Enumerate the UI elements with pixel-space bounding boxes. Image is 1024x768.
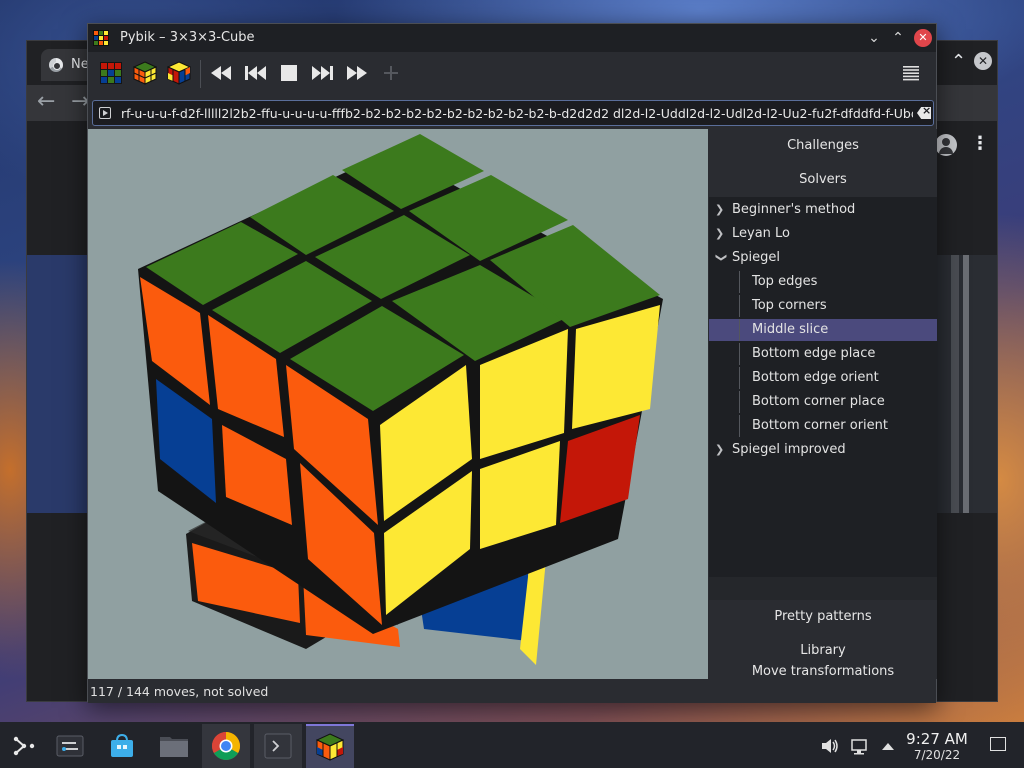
browser-menu-button[interactable]: ⋮ bbox=[971, 133, 989, 154]
new-solved-cube-button[interactable] bbox=[96, 58, 126, 88]
tree-item-top-corners[interactable]: Top corners bbox=[709, 295, 937, 317]
minimize-button[interactable]: ⌄ bbox=[864, 28, 884, 48]
browser-page-scrollbar[interactable] bbox=[935, 255, 997, 513]
terminal-icon bbox=[264, 733, 292, 759]
browser-close-button[interactable]: ✕ bbox=[974, 52, 992, 70]
skip-back-icon bbox=[245, 66, 266, 80]
tree-item-leyan-lo[interactable]: ❯ Leyan Lo bbox=[709, 223, 937, 245]
clock-time[interactable]: 9:27 AM bbox=[904, 730, 970, 748]
system-settings-icon bbox=[56, 735, 84, 757]
application-launcher-button[interactable] bbox=[0, 724, 48, 768]
browser-profile-icon[interactable] bbox=[935, 134, 957, 156]
tree-item-top-edges[interactable]: Top edges bbox=[709, 271, 937, 293]
main-toolbar bbox=[88, 52, 936, 96]
tree-item-bottom-corner-orient[interactable]: Bottom corner orient bbox=[709, 415, 937, 437]
tree-item-spiegel-improved[interactable]: ❯ Spiegel improved bbox=[709, 439, 937, 461]
solvers-button[interactable]: Solvers bbox=[709, 163, 937, 197]
previous-button[interactable] bbox=[240, 58, 270, 88]
tree-item-bottom-corner-place[interactable]: Bottom corner place bbox=[709, 391, 937, 413]
side-panel: Challenges Solvers ❯ Beginner's method ❯… bbox=[709, 129, 937, 679]
chrome-icon bbox=[212, 732, 240, 760]
next-button[interactable] bbox=[308, 58, 338, 88]
chevron-right-icon: ❯ bbox=[715, 227, 725, 240]
move-sequence-field[interactable] bbox=[92, 100, 934, 126]
volume-icon[interactable] bbox=[820, 736, 840, 756]
edit-apply-icon[interactable] bbox=[99, 107, 111, 119]
chrome-tab-icon bbox=[49, 58, 63, 72]
main-menu-button[interactable] bbox=[902, 64, 922, 84]
tree-guide-line bbox=[739, 319, 740, 341]
cube-random-icon bbox=[133, 61, 157, 85]
tree-item-bottom-edge-place[interactable]: Bottom edge place bbox=[709, 343, 937, 365]
application-launcher-icon bbox=[13, 736, 35, 756]
discover-store-button[interactable] bbox=[98, 724, 146, 768]
pybik-window: Pybik – 3×3×3-Cube ⌄ ⌃ ✕ rf-u-u-u-f-d2f-… bbox=[87, 23, 937, 703]
taskbar: 9:27 AM 7/20/22 bbox=[0, 722, 1024, 768]
window-titlebar[interactable]: Pybik – 3×3×3-Cube ⌄ ⌃ ✕ bbox=[88, 24, 936, 52]
rubiks-cube-render[interactable] bbox=[88, 129, 708, 679]
browser-minimize-button[interactable]: ⌃ bbox=[951, 51, 966, 72]
hamburger-menu-icon bbox=[903, 66, 919, 81]
cube-solved-icon bbox=[100, 62, 122, 84]
move-transformations-button[interactable]: Move transformations bbox=[709, 664, 937, 679]
toolbar-separator bbox=[200, 60, 201, 88]
close-button[interactable]: ✕ bbox=[914, 29, 932, 47]
solvers-tree: ❯ Beginner's method ❯ Leyan Lo ❯ Spiegel… bbox=[709, 197, 937, 577]
challenges-button[interactable]: Challenges bbox=[709, 129, 937, 163]
file-manager-icon bbox=[160, 737, 188, 757]
add-mark-button[interactable] bbox=[376, 58, 406, 88]
clock-date[interactable]: 7/20/22 bbox=[904, 748, 970, 762]
pybik-icon bbox=[315, 733, 345, 761]
window-title: Pybik – 3×3×3-Cube bbox=[120, 30, 255, 45]
file-manager-button[interactable] bbox=[150, 724, 198, 768]
status-text: 117 / 144 moves, not solved bbox=[90, 684, 269, 699]
pretty-patterns-button[interactable]: Pretty patterns bbox=[709, 600, 937, 634]
tree-guide-line bbox=[739, 391, 740, 413]
system-tray-expand-icon[interactable] bbox=[878, 736, 898, 756]
move-sequence-input[interactable] bbox=[121, 103, 913, 123]
tree-guide-line bbox=[739, 295, 740, 317]
stop-button[interactable] bbox=[274, 58, 304, 88]
skip-forward-icon bbox=[312, 66, 333, 80]
tree-guide-line bbox=[739, 343, 740, 365]
browser-back-button[interactable]: ← bbox=[37, 89, 55, 114]
chevron-down-icon: ❯ bbox=[715, 253, 728, 263]
pybik-app-icon bbox=[93, 30, 109, 46]
tree-guide-line bbox=[739, 367, 740, 389]
cube-3d-view[interactable] bbox=[88, 129, 708, 679]
play-button[interactable] bbox=[342, 58, 372, 88]
system-settings-button[interactable] bbox=[46, 724, 94, 768]
status-bar: 117 / 144 moves, not solved bbox=[88, 681, 936, 703]
chevron-right-icon: ❯ bbox=[715, 203, 725, 216]
chevron-right-icon: ❯ bbox=[715, 443, 725, 456]
cube-mixed-icon bbox=[167, 61, 191, 85]
terminal-taskbar-button[interactable] bbox=[254, 724, 302, 768]
tree-item-middle-slice[interactable]: Middle slice bbox=[709, 319, 937, 341]
plus-icon bbox=[384, 66, 398, 80]
tree-item-spiegel[interactable]: ❯ Spiegel bbox=[709, 247, 937, 269]
tree-guide-line bbox=[739, 271, 740, 293]
pybik-taskbar-button[interactable] bbox=[306, 724, 354, 768]
rewind-button[interactable] bbox=[206, 58, 236, 88]
rewind-icon bbox=[211, 66, 231, 80]
stop-icon bbox=[281, 65, 297, 81]
clear-input-icon[interactable] bbox=[917, 107, 931, 119]
chrome-taskbar-button[interactable] bbox=[202, 724, 250, 768]
browser-page-content-left bbox=[27, 255, 87, 513]
fast-forward-icon bbox=[347, 66, 367, 80]
network-icon[interactable] bbox=[850, 736, 870, 756]
tree-item-bottom-edge-orient[interactable]: Bottom edge orient bbox=[709, 367, 937, 389]
maximize-button[interactable]: ⌃ bbox=[888, 28, 908, 48]
discover-store-icon bbox=[111, 733, 133, 757]
tree-guide-line bbox=[739, 415, 740, 437]
show-desktop-button[interactable] bbox=[990, 737, 1006, 751]
reset-cube-button[interactable] bbox=[164, 58, 194, 88]
random-cube-button[interactable] bbox=[130, 58, 160, 88]
tree-item-beginners-method[interactable]: ❯ Beginner's method bbox=[709, 199, 937, 221]
